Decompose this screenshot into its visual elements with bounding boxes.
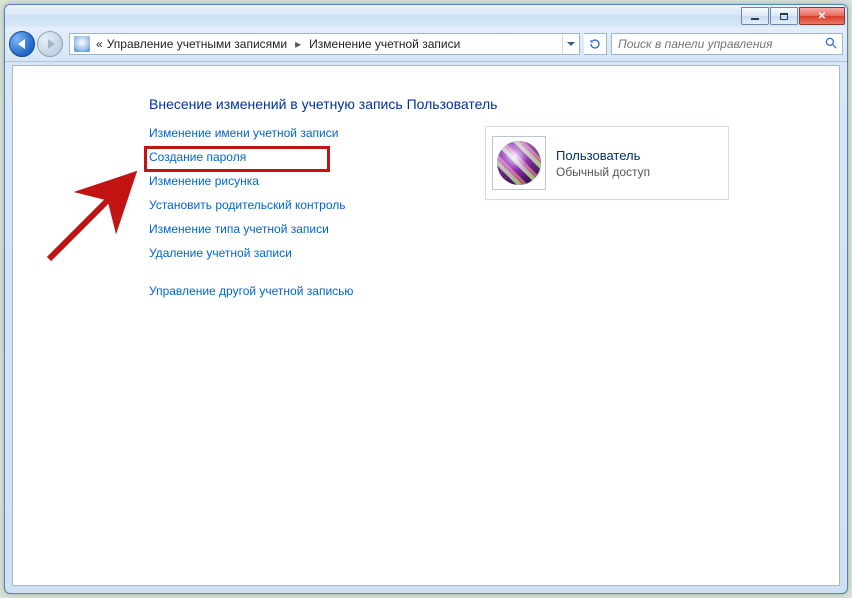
breadcrumb-trunc[interactable]: «	[94, 37, 105, 51]
address-dropdown[interactable]	[562, 34, 579, 54]
close-icon: ✕	[818, 11, 826, 22]
address-bar[interactable]: « Управление учетными записями ▸ Изменен…	[69, 33, 580, 55]
search-input[interactable]	[616, 36, 824, 52]
minimize-icon	[751, 18, 759, 20]
account-name: Пользователь	[556, 148, 650, 163]
content-area: Внесение изменений в учетную запись Поль…	[12, 65, 840, 586]
navigation-bar: « Управление учетными записями ▸ Изменен…	[5, 27, 847, 62]
search-box[interactable]	[611, 33, 843, 55]
close-button[interactable]: ✕	[799, 7, 845, 25]
link-change-type[interactable]: Изменение типа учетной записи	[149, 222, 469, 236]
control-panel-window: ✕ « Управление учетными записями ▸ Измен…	[4, 4, 848, 594]
account-avatar	[492, 136, 546, 190]
back-button[interactable]	[9, 31, 35, 57]
chevron-down-icon	[567, 42, 575, 46]
minimize-button[interactable]	[741, 7, 769, 25]
action-links: Изменение имени учетной записи Создание …	[149, 126, 469, 308]
chevron-right-icon: ▸	[289, 37, 307, 51]
link-parental-controls[interactable]: Установить родительский контроль	[149, 198, 469, 212]
breadcrumb-accounts[interactable]: Управление учетными записями	[105, 37, 289, 51]
page-title: Внесение изменений в учетную запись Поль…	[149, 96, 799, 112]
avatar-image	[497, 141, 541, 185]
refresh-icon	[589, 38, 601, 50]
account-card: Пользователь Обычный доступ	[485, 126, 729, 200]
arrow-right-icon	[48, 39, 55, 49]
breadcrumb-change-account[interactable]: Изменение учетной записи	[307, 37, 462, 51]
link-delete-account[interactable]: Удаление учетной записи	[149, 246, 469, 260]
refresh-button[interactable]	[584, 33, 607, 55]
search-icon	[824, 36, 838, 53]
link-change-name[interactable]: Изменение имени учетной записи	[149, 126, 469, 140]
forward-button[interactable]	[37, 31, 63, 57]
arrow-left-icon	[18, 39, 25, 49]
title-bar: ✕	[5, 5, 847, 27]
link-change-picture[interactable]: Изменение рисунка	[149, 174, 469, 188]
link-create-password[interactable]: Создание пароля	[149, 150, 469, 164]
maximize-button[interactable]	[770, 7, 798, 25]
control-panel-icon	[74, 36, 90, 52]
maximize-icon	[780, 13, 788, 20]
link-manage-another[interactable]: Управление другой учетной записью	[149, 284, 469, 298]
account-type: Обычный доступ	[556, 165, 650, 179]
